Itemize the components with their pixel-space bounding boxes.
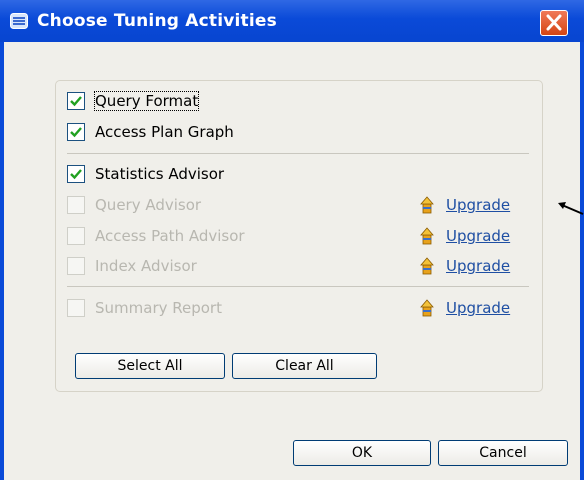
- check-icon: [70, 127, 82, 138]
- annotation-arrow-icon: [558, 202, 584, 215]
- checkbox-statistics-advisor[interactable]: [67, 165, 85, 183]
- activity-label: Index Advisor: [95, 257, 197, 275]
- upgrade-icon: [420, 196, 434, 214]
- activity-access-plan-graph[interactable]: Access Plan Graph: [67, 121, 317, 143]
- activity-label: Statistics Advisor: [95, 165, 225, 183]
- window-app-icon: [10, 13, 28, 29]
- title-bar[interactable]: Choose Tuning Activities: [0, 0, 584, 42]
- separator: [67, 286, 529, 287]
- upgrade-link[interactable]: Upgrade: [446, 227, 510, 245]
- clear-all-button[interactable]: Clear All: [232, 353, 377, 379]
- activity-query-advisor: Query Advisor: [67, 194, 317, 216]
- upgrade-icon: [420, 257, 434, 275]
- upgrade-link[interactable]: Upgrade: [446, 196, 510, 214]
- activity-label: Access Path Advisor: [95, 227, 245, 245]
- activity-query-format[interactable]: Query Format: [67, 90, 267, 112]
- upgrade-link[interactable]: Upgrade: [446, 257, 510, 275]
- activity-label: Access Plan Graph: [95, 123, 234, 141]
- ok-button[interactable]: OK: [293, 440, 431, 466]
- check-icon: [70, 169, 82, 180]
- upgrade-icon: [420, 299, 434, 317]
- checkbox-query-format[interactable]: [67, 92, 85, 110]
- activity-access-path-advisor: Access Path Advisor: [67, 225, 317, 247]
- separator: [67, 153, 529, 154]
- activity-statistics-advisor[interactable]: Statistics Advisor: [67, 163, 317, 185]
- checkbox-query-advisor: [67, 196, 85, 214]
- select-all-button[interactable]: Select All: [75, 353, 225, 379]
- upgrade-link[interactable]: Upgrade: [446, 299, 510, 317]
- activity-label: Query Format: [93, 91, 200, 111]
- close-button[interactable]: [540, 10, 568, 36]
- window-title: Choose Tuning Activities: [37, 11, 277, 31]
- checkbox-index-advisor: [67, 257, 85, 275]
- checkbox-access-path-advisor: [67, 227, 85, 245]
- cancel-button[interactable]: Cancel: [438, 440, 568, 466]
- checkbox-summary-report: [67, 299, 85, 317]
- activity-index-advisor: Index Advisor: [67, 255, 317, 277]
- activity-label: Query Advisor: [95, 196, 202, 214]
- dialog-window: Choose Tuning Activities Query Format Ac…: [0, 0, 584, 480]
- check-icon: [70, 96, 82, 107]
- activity-label: Summary Report: [95, 299, 222, 317]
- activity-summary-report: Summary Report: [67, 297, 317, 319]
- close-icon: [546, 14, 562, 31]
- checkbox-access-plan-graph[interactable]: [67, 123, 85, 141]
- upgrade-icon: [420, 227, 434, 245]
